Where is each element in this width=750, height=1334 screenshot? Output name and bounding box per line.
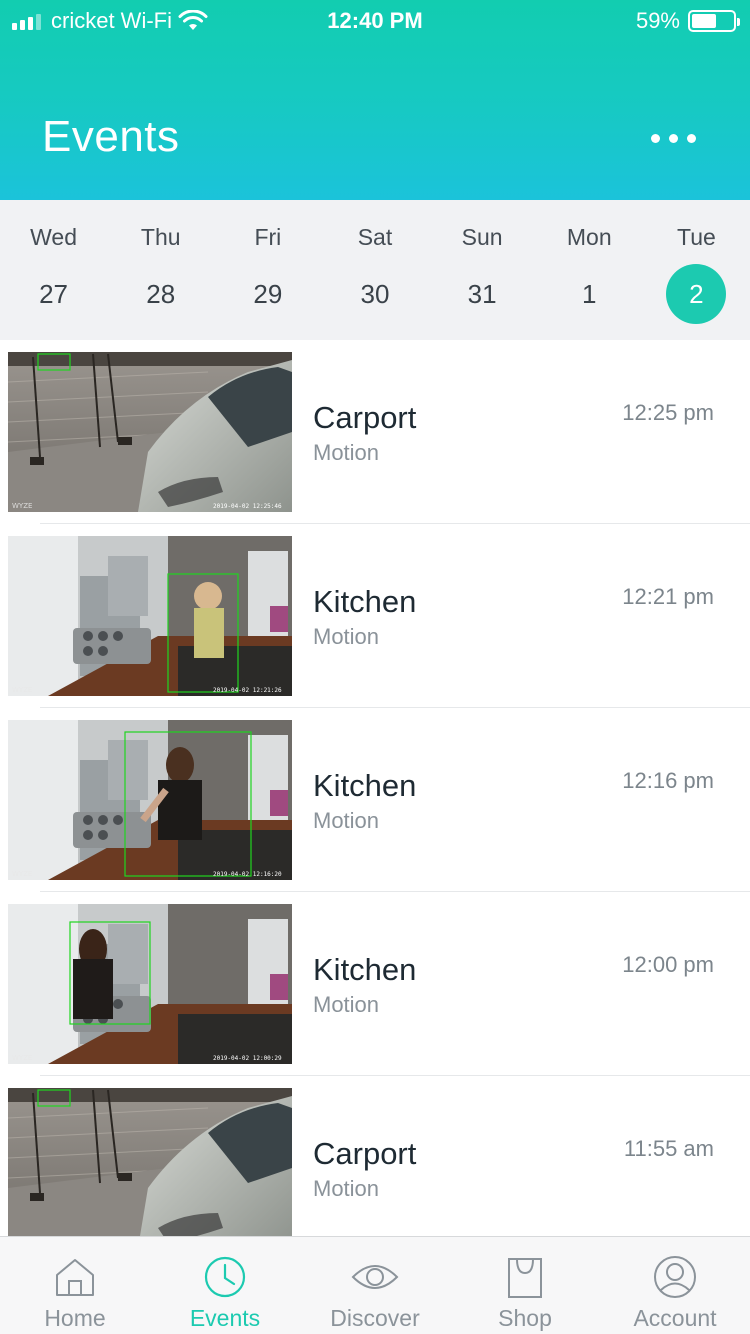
event-camera-name: Kitchen [313,952,417,987]
thumb-watermark: WYZE [12,502,32,510]
event-thumbnail[interactable] [8,1088,292,1236]
status-right: 59% [635,8,740,34]
date-strip: Wed 27 Thu 28 Fri 29 Sat 30 Sun 31 Mon 1 Tue 2 [0,200,750,340]
app-header: cricket Wi-Fi 12:40 PM 59% Events [0,0,750,200]
user-circle-icon [651,1253,699,1301]
tab-label: Events [189,1305,261,1331]
page-title: Events [42,112,180,161]
date-cell[interactable]: Tue 2 [643,200,750,340]
tab-events[interactable]: Events [150,1237,300,1334]
date-number: 29 [253,279,283,309]
event-row[interactable]: WYZE 2019-04-02 12:00:29 Kitchen Motion 12:… [0,892,750,1076]
date-cell[interactable]: Fri 29 [214,200,321,340]
tab-label: Discover [330,1305,420,1331]
selected-date-number: 2 [666,264,727,324]
thumb-timestamp: 2019-04-02 12:16:20 [213,871,282,878]
camera-snapshot [8,1088,292,1236]
event-type: Motion [313,992,380,1017]
event-camera-name: Carport [313,400,417,435]
eye-icon [351,1253,399,1301]
camera-snapshot: WYZE 2019-04-02 12:21:26 [8,536,292,696]
date-number: 1 [582,279,597,309]
thumb-watermark: WYZE [12,870,32,878]
camera-snapshot: WYZE 2019-04-02 12:16:20 [8,720,292,880]
date-cell[interactable]: Wed 27 [0,200,107,340]
date-number: 31 [467,279,497,309]
shopping-bag-icon [501,1253,549,1301]
date-number: 28 [146,279,176,309]
thumb-watermark: WYZE [12,1054,32,1062]
event-thumbnail[interactable]: WYZE 2019-04-02 12:25:46 [8,352,292,512]
day-of-week: Fri [254,224,282,250]
thumb-timestamp: 2019-04-02 12:21:26 [213,687,282,694]
event-type: Motion [313,808,380,833]
event-thumbnail[interactable]: WYZE 2019-04-02 12:16:20 [8,720,292,880]
battery-icon [688,10,740,32]
event-list[interactable]: WYZE 2019-04-02 12:25:46 Carport Motion 12:… [0,340,750,1236]
thumb-watermark: WYZE [12,686,32,694]
tab-shop[interactable]: Shop [450,1237,600,1334]
date-cell[interactable]: Sun 31 [429,200,536,340]
event-time: 11:55 am [623,1136,714,1161]
event-time: 12:00 pm [622,952,714,977]
event-row[interactable]: WYZE 2019-04-02 12:25:46 Carport Motion 12:… [0,340,750,524]
day-of-week: Thu [140,224,181,250]
event-row[interactable]: Carport Motion 11:55 am [0,1076,750,1236]
event-camera-name: Kitchen [313,584,417,619]
event-time: 12:16 pm [622,768,714,793]
date-number: 27 [39,279,69,309]
date-cell[interactable]: Sat 30 [321,200,428,340]
event-type: Motion [313,624,380,649]
event-row[interactable]: WYZE 2019-04-02 12:21:26 Kitchen Motion 12:… [0,524,750,708]
battery-percent: 59% [635,8,680,33]
camera-snapshot: WYZE 2019-04-02 12:25:46 [8,352,292,512]
day-of-week: Sun [461,224,503,250]
event-type: Motion [313,440,380,465]
more-horizontal-icon[interactable] [651,134,696,143]
thumb-timestamp: 2019-04-02 12:25:46 [213,503,282,510]
tab-home[interactable]: Home [0,1237,150,1334]
tab-account[interactable]: Account [600,1237,750,1334]
event-row[interactable]: WYZE 2019-04-02 12:16:20 Kitchen Motion 12:… [0,708,750,892]
day-of-week: Tue [677,224,716,250]
event-type: Motion [313,1176,380,1201]
event-time: 12:25 pm [622,400,714,425]
tab-bar: Home Events Discover Shop Account [0,1236,750,1334]
tab-discover[interactable]: Discover [300,1237,450,1334]
event-camera-name: Carport [313,1136,417,1171]
event-time: 12:21 pm [622,584,714,609]
event-camera-name: Kitchen [313,768,417,803]
status-bar: cricket Wi-Fi 12:40 PM 59% [0,0,750,40]
event-thumbnail[interactable]: WYZE 2019-04-02 12:00:29 [8,904,292,1064]
clock-icon [201,1253,249,1301]
tab-label: Account [633,1305,717,1331]
thumb-timestamp: 2019-04-02 12:00:29 [213,1055,282,1062]
day-of-week: Wed [30,224,78,250]
event-thumbnail[interactable]: WYZE 2019-04-02 12:21:26 [8,536,292,696]
date-cell[interactable]: Thu 28 [107,200,214,340]
day-of-week: Sat [357,224,393,250]
date-cell[interactable]: Mon 1 [536,200,643,340]
day-of-week: Mon [566,224,612,250]
camera-snapshot: WYZE 2019-04-02 12:00:29 [8,904,292,1064]
date-number: 30 [360,279,390,309]
tab-label: Home [44,1305,106,1331]
home-icon [51,1253,99,1301]
battery-level [692,14,716,28]
tab-label: Shop [498,1305,552,1331]
